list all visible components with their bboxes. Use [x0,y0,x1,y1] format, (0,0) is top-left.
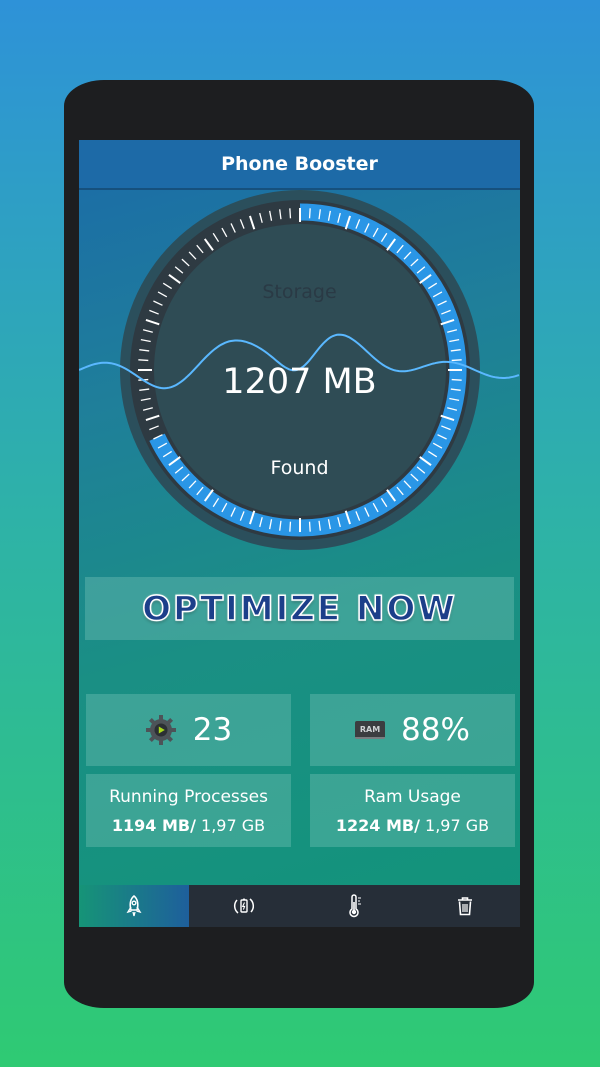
processes-memory: 1194 MB/ 1,97 GB [112,816,265,835]
gauge-tick [308,208,311,219]
bottom-nav [79,885,520,927]
ram-memory: 1224 MB/ 1,97 GB [336,816,489,835]
ram-chip-icon: RAM [355,721,386,739]
optimize-now-button[interactable]: OPTIMIZE NOW [85,577,514,640]
nav-tab-booster[interactable] [79,885,190,927]
nav-tab-battery[interactable] [189,885,299,927]
nav-tab-cleaner[interactable] [410,885,520,927]
processes-memory-used: 1194 MB/ [111,815,196,835]
processes-count: 23 [192,712,233,748]
ram-memory-used: 1224 MB/ [335,815,420,835]
gauge-tick [451,359,462,362]
app-title: Phone Booster [221,153,378,175]
optimize-now-label: OPTIMIZE NOW [141,588,457,630]
ram-usage-label: Ram Usage [364,786,461,807]
gauge-tick [289,521,292,532]
ram-memory-total: 1,97 GB [419,815,490,835]
battery-cycle-icon [234,898,255,914]
thermometer-icon [348,894,361,918]
gauge-tick [138,359,149,362]
processes-memory-total: 1,97 GB [195,815,266,835]
gauge-value: 1207 MB [222,362,377,402]
trash-icon [457,897,472,916]
gauge-label-found: Found [270,457,329,479]
gauge-tick [289,208,292,219]
rocket-icon [126,895,142,917]
processes-count-tile[interactable]: 23 [86,694,291,766]
gear-play-icon [145,715,176,745]
gauge-label-storage: Storage [262,281,337,303]
running-processes-label: Running Processes [109,786,268,807]
ram-usage-tile[interactable]: Ram Usage 1224 MB/ 1,97 GB [310,774,515,847]
ram-percent-tile[interactable]: RAM 88% [310,694,515,766]
app-screen: Phone Booster Storage 1207 MB Found OPTI… [79,140,520,927]
ram-percent: 88% [401,712,470,748]
app-bar: Phone Booster [79,140,520,190]
nav-tab-cooler[interactable] [300,885,410,927]
running-processes-tile[interactable]: Running Processes 1194 MB/ 1,97 GB [86,774,291,847]
gauge-tick [308,521,311,532]
